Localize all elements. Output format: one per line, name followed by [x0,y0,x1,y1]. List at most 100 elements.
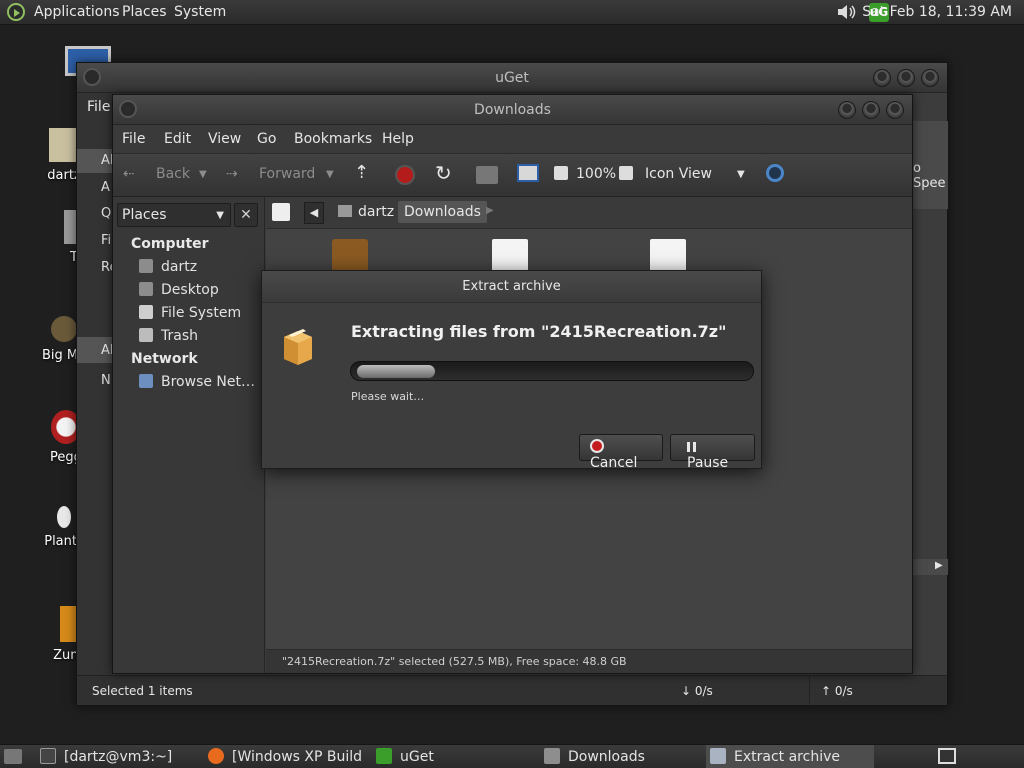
gnome-menu-icon[interactable] [7,3,25,21]
forward-button[interactable]: Forward [259,166,315,182]
menu-edit[interactable]: Edit [164,131,191,147]
taskbar: [dartz@vm3:~] [Windows XP Build … uGet D… [0,744,1024,768]
back-history-dropdown-icon[interactable]: ▼ [199,169,207,180]
show-desktop-icon[interactable] [4,749,22,764]
cancel-button-label: Cancel [590,455,638,471]
category-label[interactable]: N [101,373,111,388]
upload-speed: ↑ 0/s [821,684,853,698]
view-mode-dropdown-icon[interactable]: ▼ [737,169,745,180]
archive-manager-icon [710,748,726,764]
category-label[interactable]: A [101,180,110,195]
pause-icon [687,442,696,452]
task-uget[interactable]: uGet [372,745,532,768]
extract-dialog: Extract archive Extracting files from "2… [261,270,762,471]
downloads-titlebar[interactable]: Downloads [113,95,912,125]
task-label: [Windows XP Build … [232,749,368,765]
sidebar-item-dartz[interactable]: dartz [139,259,197,275]
menu-bookmarks[interactable]: Bookmarks [294,131,372,147]
task-firefox[interactable]: [Windows XP Build … [204,745,368,768]
forward-arrow-icon[interactable]: ⇢ [226,166,238,182]
sidebar-item-browse-network[interactable]: Browse Net… [139,374,255,390]
clock[interactable]: Sat Feb 18, 11:39 AM [862,4,1012,20]
path-scroll-left-icon[interactable]: ◀ [304,202,324,224]
cancel-icon [590,439,604,453]
network-icon [139,374,153,388]
task-downloads[interactable]: Downloads [540,745,700,768]
view-mode-select[interactable]: Icon View [645,166,712,182]
statusbar-divider [809,676,810,706]
forward-history-dropdown-icon[interactable]: ▼ [326,169,334,180]
plants-icon [57,506,71,528]
uget-column-header: o Spee [913,121,948,209]
category-label[interactable]: Fi [101,233,111,248]
minimize-button[interactable] [873,69,891,87]
search-icon[interactable] [766,164,784,182]
reload-icon[interactable]: ↻ [435,161,452,185]
uget-statusbar: Selected 1 items ↓ 0/s ↑ 0/s [77,675,947,706]
game-icon [51,316,77,342]
scroll-right-icon[interactable]: ▶ [935,560,943,571]
home-folder-icon [49,128,79,162]
menu-go[interactable]: Go [257,131,276,147]
trash-icon [139,328,153,342]
uget-title: uGet [495,70,529,86]
task-label: Downloads [568,749,645,765]
close-button[interactable] [921,69,939,87]
uget-menu-file[interactable]: File [87,99,110,115]
sidebar-item-trash[interactable]: Trash [139,328,198,344]
maximize-button[interactable] [862,101,880,119]
pause-button[interactable]: Pause [670,434,755,471]
path-segment-label: dartz [358,204,395,220]
horizontal-scrollbar[interactable]: ▶ [913,559,948,575]
sidebar-header-network: Network [131,351,198,367]
downloads-title: Downloads [474,102,551,118]
back-arrow-icon[interactable]: ⇠ [123,166,135,182]
computer-icon[interactable] [517,164,539,182]
menu-help[interactable]: Help [382,131,414,147]
menu-view[interactable]: View [208,131,241,147]
extract-progress-bar [350,361,754,381]
extract-dialog-title[interactable]: Extract archive [262,271,761,303]
menu-file[interactable]: File [122,131,145,147]
selected-count: Selected 1 items [92,684,193,698]
path-segment-downloads[interactable]: Downloads [398,201,487,223]
edit-location-icon[interactable] [272,203,290,221]
uget-icon [376,748,392,764]
folder-icon [544,748,560,764]
sidebar-selector[interactable]: Places ▼ [117,203,231,227]
chevron-down-icon: ▼ [216,210,224,221]
sidebar-item-desktop[interactable]: Desktop [139,282,219,298]
back-button[interactable]: Back [156,166,190,182]
pause-button-label: Pause [687,455,729,471]
workspace-switcher-icon[interactable] [938,748,956,764]
uget-titlebar[interactable]: uGet [77,63,947,93]
volume-icon[interactable] [836,3,858,21]
task-extract-archive[interactable]: Extract archive [706,745,874,768]
column-speed-partial: o Spee [913,161,946,191]
path-segment-dartz[interactable]: dartz [332,201,400,223]
progress-fill [357,365,435,378]
task-label: [dartz@vm3:~] [64,749,173,765]
path-scroll-right-icon[interactable]: ▶ [486,205,494,216]
home-icon[interactable] [476,166,498,184]
up-arrow-icon[interactable]: ⇡ [354,162,369,183]
task-terminal[interactable]: [dartz@vm3:~] [36,745,198,768]
zoom-in-icon[interactable] [619,166,633,180]
zoom-out-icon[interactable] [554,166,568,180]
cancel-button[interactable]: Cancel [579,434,663,471]
terminal-icon [40,748,56,764]
maximize-button[interactable] [897,69,915,87]
category-label[interactable]: Q [101,206,111,221]
system-menu[interactable]: System [174,4,226,20]
close-sidebar-button[interactable]: ✕ [234,203,258,227]
places-menu[interactable]: Places [122,4,167,20]
applications-menu[interactable]: Applications [34,4,120,20]
stop-icon[interactable] [395,165,415,185]
download-speed: ↓ 0/s [681,684,713,698]
close-button[interactable] [886,101,904,119]
minimize-button[interactable] [838,101,856,119]
sidebar-item-label: Desktop [161,282,219,298]
sidebar-item-label: Trash [161,328,198,344]
top-panel: Applications Places System uG Sat Feb 18… [0,0,1024,25]
sidebar-item-file-system[interactable]: File System [139,305,241,321]
